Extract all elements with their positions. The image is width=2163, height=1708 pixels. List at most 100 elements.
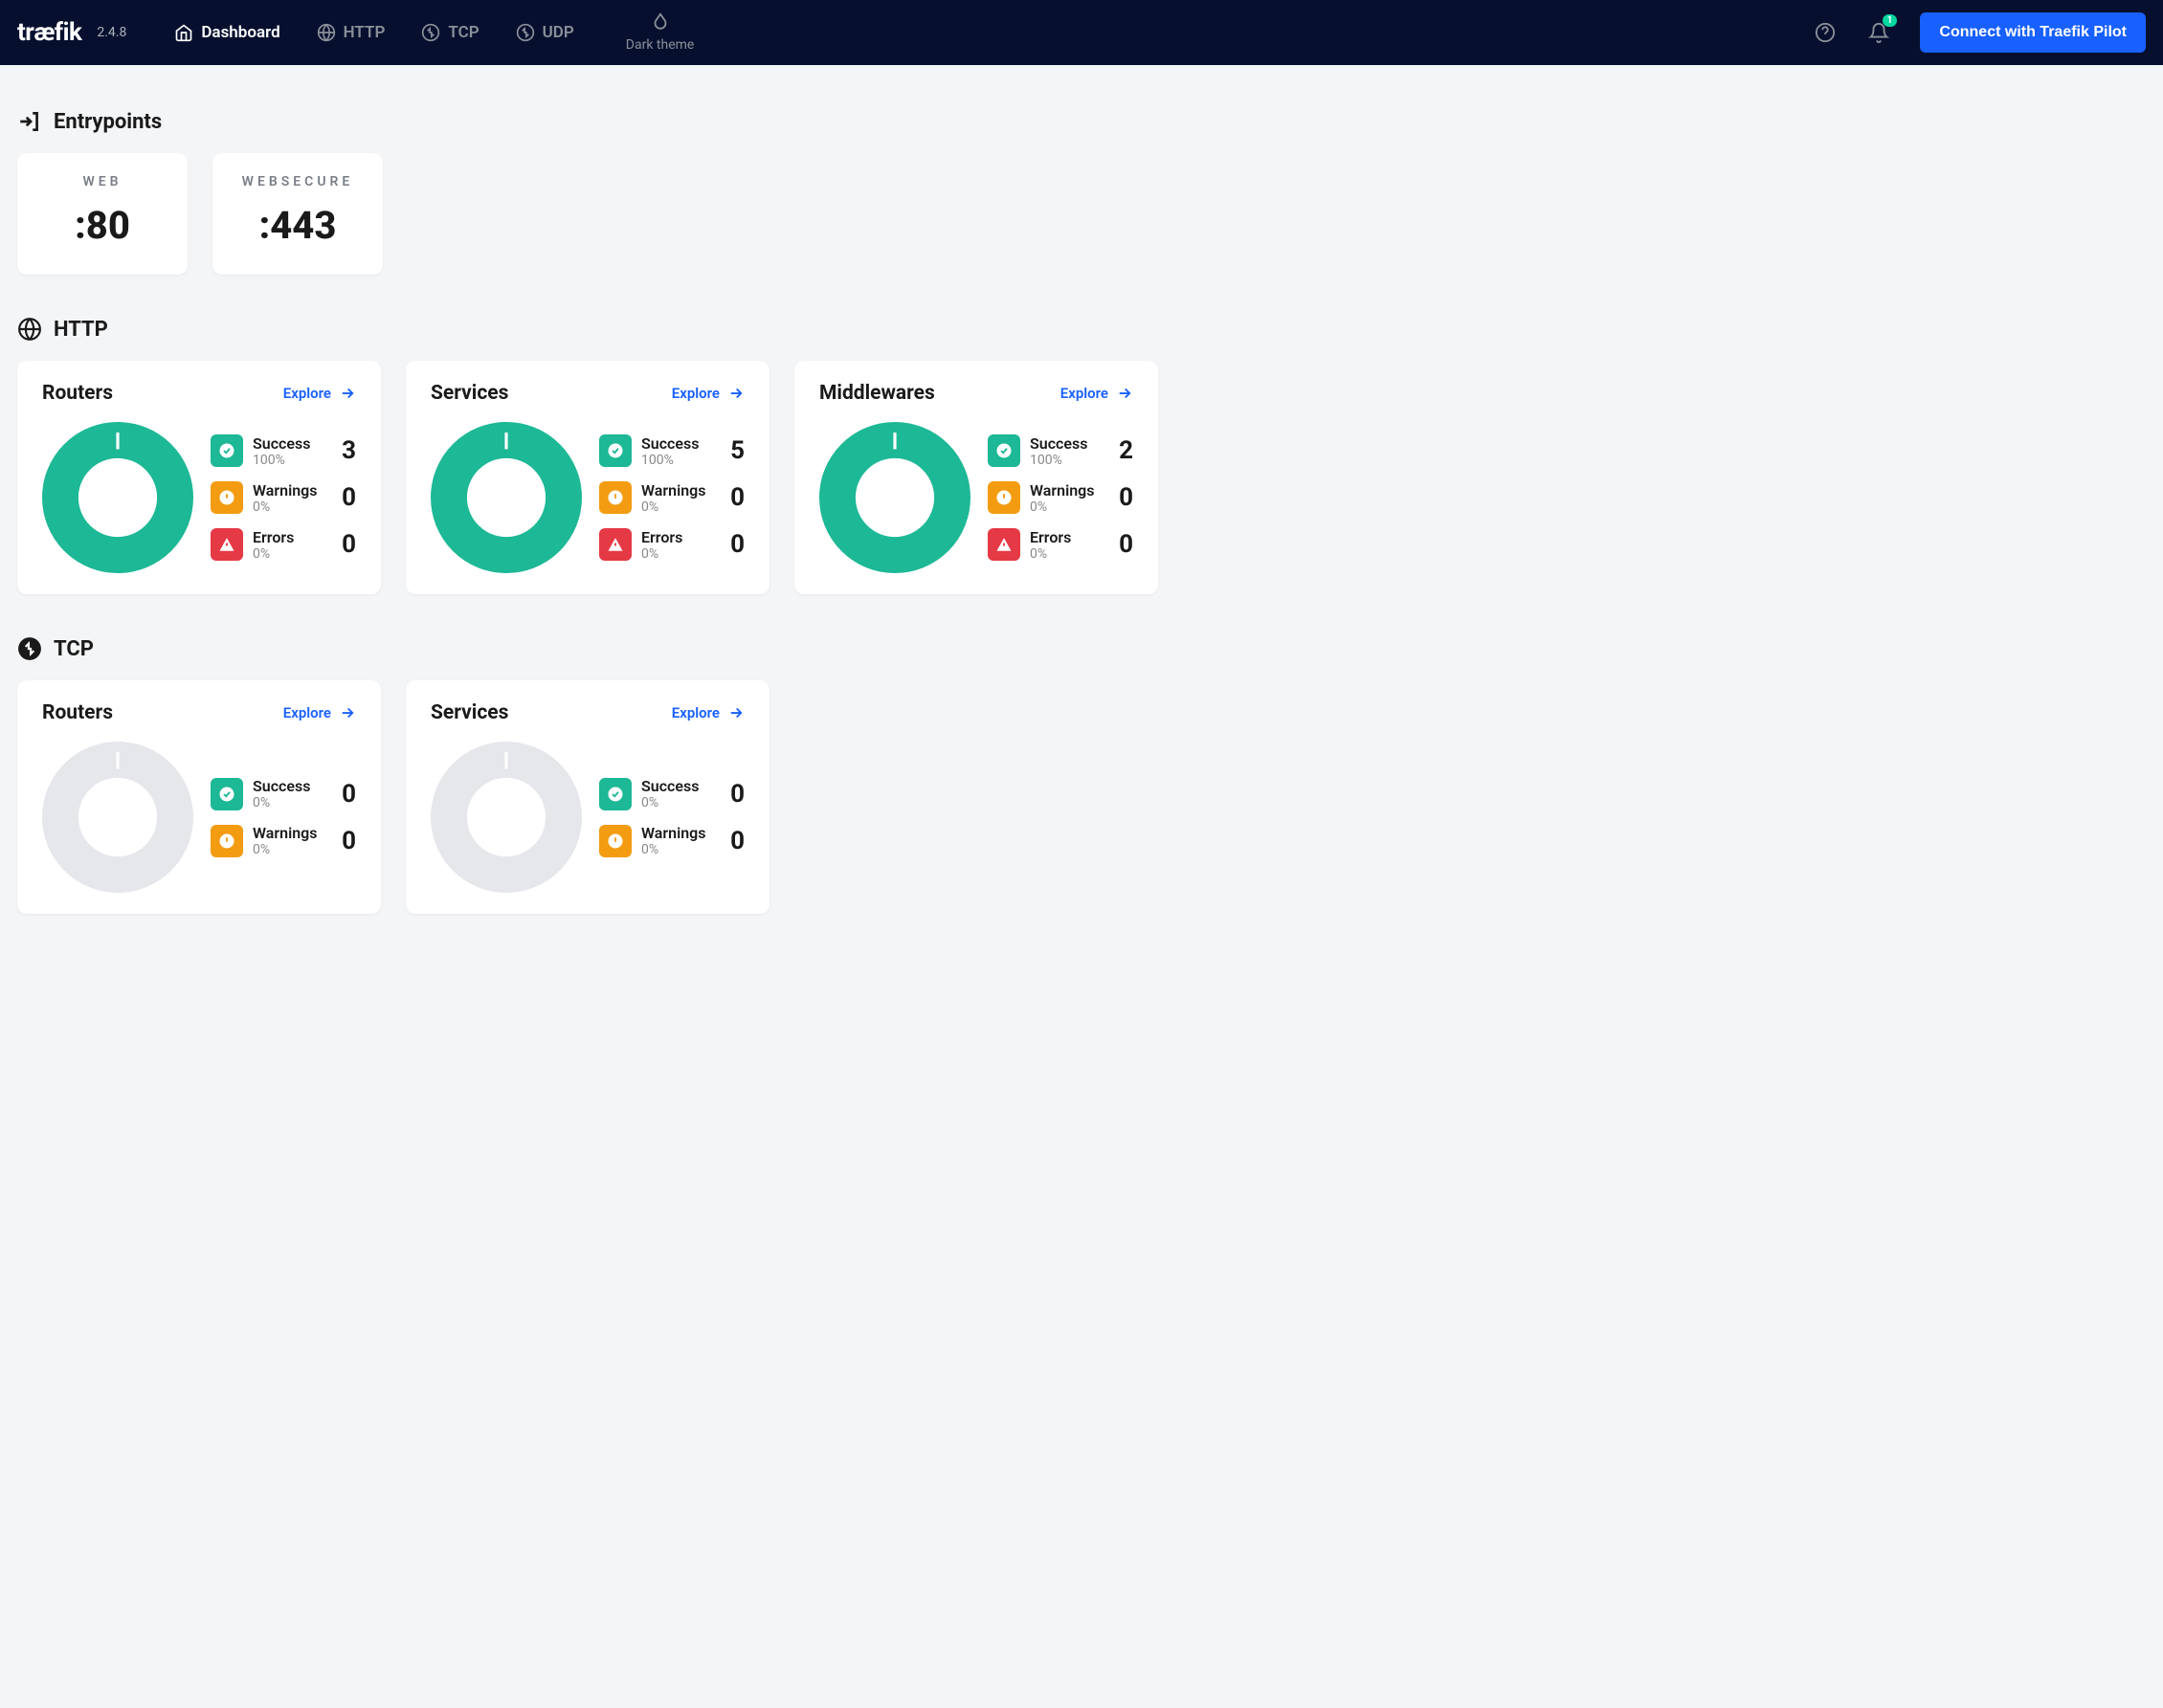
warning-icon	[211, 481, 243, 514]
error-icon	[211, 528, 243, 561]
nav-udp[interactable]: UDP	[502, 15, 588, 50]
explore-link[interactable]: Explore	[1060, 385, 1133, 402]
stat-card: Services Explore Success0% 0 Warnings0% …	[406, 680, 769, 914]
success-pct: 100%	[1030, 453, 1103, 468]
http-title: HTTP	[54, 318, 108, 342]
section-header-entrypoints: Entrypoints	[17, 109, 2146, 134]
success-label: Success	[253, 777, 325, 795]
warnings-label: Warnings	[253, 824, 325, 842]
success-count: 2	[1112, 436, 1133, 465]
error-icon	[988, 528, 1020, 561]
success-count: 0	[335, 780, 356, 809]
success-icon	[211, 778, 243, 810]
errors-pct: 0%	[1030, 546, 1103, 562]
errors-pct: 0%	[253, 546, 325, 562]
nav-dashboard[interactable]: Dashboard	[161, 15, 293, 50]
arrow-right-icon	[1116, 385, 1133, 402]
entrypoints-title: Entrypoints	[54, 110, 162, 134]
warnings-pct: 0%	[641, 499, 714, 515]
nav-tcp[interactable]: TCP	[408, 15, 492, 50]
errors-label: Errors	[253, 528, 325, 546]
explore-link[interactable]: Explore	[672, 704, 745, 721]
card-title: Services	[431, 701, 508, 724]
success-label: Success	[641, 434, 714, 453]
globe-icon	[317, 23, 336, 42]
errors-pct: 0%	[641, 546, 714, 562]
warnings-label: Warnings	[641, 481, 714, 499]
success-label: Success	[253, 434, 325, 453]
entrypoint-port: :80	[46, 203, 159, 248]
card-title: Services	[431, 382, 508, 405]
error-icon	[599, 528, 632, 561]
droplet-icon	[650, 12, 671, 33]
entrypoint-name: WEB	[46, 174, 159, 189]
errors-count: 0	[335, 530, 356, 559]
swap-icon	[421, 23, 440, 42]
donut-chart	[42, 422, 193, 573]
nav-dashboard-label: Dashboard	[201, 23, 279, 42]
success-count: 3	[335, 436, 356, 465]
explore-link[interactable]: Explore	[283, 704, 356, 721]
stat-card: Middlewares Explore Success100% 2 Warnin…	[794, 361, 1158, 594]
warning-icon	[599, 481, 632, 514]
success-count: 5	[724, 436, 745, 465]
success-pct: 100%	[253, 453, 325, 468]
section-header-http: HTTP	[17, 317, 2146, 342]
errors-count: 0	[1112, 530, 1133, 559]
notif-badge: 1	[1883, 14, 1898, 27]
globe-icon	[17, 317, 42, 342]
warning-icon	[988, 481, 1020, 514]
arrow-right-icon	[727, 704, 745, 721]
warnings-count: 0	[724, 483, 745, 512]
warnings-pct: 0%	[253, 842, 325, 857]
errors-label: Errors	[1030, 528, 1103, 546]
success-label: Success	[1030, 434, 1103, 453]
card-title: Routers	[42, 701, 113, 724]
arrow-right-icon	[339, 704, 356, 721]
arrow-right-icon	[339, 385, 356, 402]
nav-http[interactable]: HTTP	[303, 15, 399, 50]
top-bar: træfik 2.4.8 Dashboard HTTP TCP UDP Dark…	[0, 0, 2163, 65]
success-pct: 100%	[641, 453, 714, 468]
logo: træfik	[17, 18, 81, 47]
version-label: 2.4.8	[97, 25, 126, 40]
errors-count: 0	[724, 530, 745, 559]
entrypoint-name: WEBSECURE	[241, 174, 354, 189]
page-content: Entrypoints WEB :80WEBSECURE :443 HTTP R…	[0, 65, 2163, 937]
login-icon	[17, 109, 42, 134]
nav-udp-label: UDP	[543, 23, 574, 42]
warnings-count: 0	[335, 483, 356, 512]
entrypoint-card[interactable]: WEBSECURE :443	[212, 153, 383, 275]
connect-pilot-button[interactable]: Connect with Traefik Pilot	[1920, 12, 2146, 53]
explore-link[interactable]: Explore	[672, 385, 745, 402]
entrypoint-card[interactable]: WEB :80	[17, 153, 188, 275]
theme-label: Dark theme	[626, 37, 695, 53]
success-icon	[599, 778, 632, 810]
help-button[interactable]	[1809, 16, 1841, 49]
donut-chart	[42, 742, 193, 893]
card-title: Middlewares	[819, 382, 935, 405]
theme-toggle[interactable]: Dark theme	[626, 12, 695, 53]
stat-card: Routers Explore Success100% 3 Warnings0%…	[17, 361, 381, 594]
warnings-count: 0	[724, 827, 745, 855]
donut-chart	[431, 422, 582, 573]
success-icon	[599, 434, 632, 467]
notifications-button[interactable]: 1	[1862, 16, 1895, 49]
stat-card: Services Explore Success100% 5 Warnings0…	[406, 361, 769, 594]
warning-icon	[211, 825, 243, 857]
warnings-count: 0	[335, 827, 356, 855]
success-pct: 0%	[253, 795, 325, 810]
section-header-tcp: TCP	[17, 636, 2146, 661]
warnings-pct: 0%	[641, 842, 714, 857]
success-count: 0	[724, 780, 745, 809]
warnings-label: Warnings	[1030, 481, 1103, 499]
arrow-right-icon	[727, 385, 745, 402]
errors-label: Errors	[641, 528, 714, 546]
home-icon	[174, 23, 193, 42]
swap-icon	[516, 23, 535, 42]
warnings-label: Warnings	[253, 481, 325, 499]
explore-link[interactable]: Explore	[283, 385, 356, 402]
entrypoint-port: :443	[241, 203, 354, 248]
success-icon	[211, 434, 243, 467]
warnings-count: 0	[1112, 483, 1133, 512]
